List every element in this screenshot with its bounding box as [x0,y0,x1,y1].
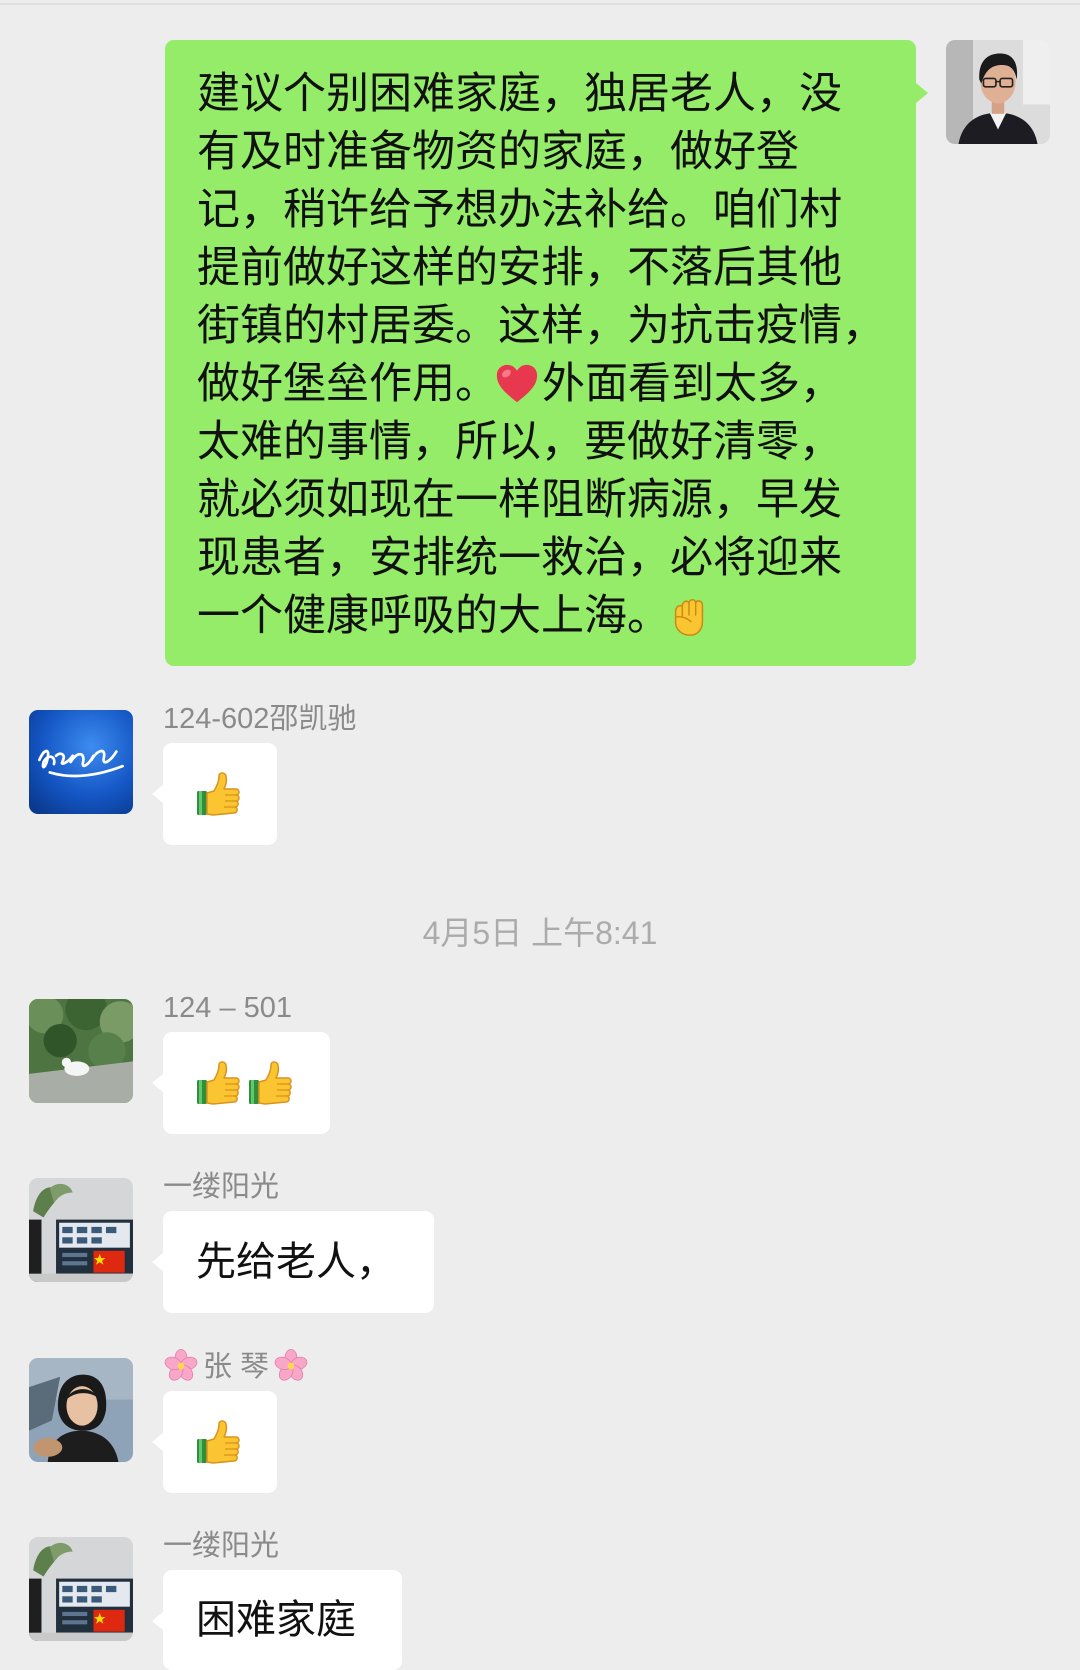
message-line: 有及时准备物资的家庭，做好登 [197,128,799,176]
avatar-self-image [946,40,1050,144]
message-line: 就必须如现在一样阻断病源，早发 [197,476,842,524]
avatar-124-602[interactable] [29,710,133,814]
avatar-image [29,999,133,1103]
timestamp-divider: 4月5日 上午8:41 [422,915,658,951]
message-line: 一个健康呼吸的大上海。 [197,587,916,645]
avatar-yilv-yangguang[interactable] [29,1537,133,1641]
message-row: 一缕阳光 困难家庭 [0,1529,1080,1670]
thumbs-up-icon [196,770,244,818]
message-row: 124 – 501 [0,991,1080,1134]
thumbs-up-icon [196,1059,244,1107]
avatar-image [29,1358,133,1462]
message-text: 困难家庭 [196,1598,356,1642]
sender-name: 张 琴 [163,1350,309,1384]
avatar-124-501[interactable] [29,999,133,1103]
cherry-blossom-icon [273,1348,309,1384]
avatar-self[interactable] [946,40,1050,144]
received-message-bubble[interactable] [152,743,277,845]
avatar-zhang-qin[interactable] [29,1358,133,1462]
message-line: 太难的事情，所以，要做好清零， [197,418,842,466]
message-text: 一个健康呼吸的大上海。 [197,592,670,640]
received-message-bubble[interactable] [152,1391,277,1493]
red-heart-icon [494,361,540,407]
message-line: 街镇的村居委。这样，为抗击疫情， [197,302,885,350]
message-line: 做好堡垒作用。 外面看到太多， [197,355,916,413]
avatar-yilv-yangguang[interactable] [29,1178,133,1282]
message-line: 现患者，安排统一救治，必将迎来 [197,534,842,582]
message-line: 记，稍许给予想办法补给。咱们村 [197,186,842,234]
top-divider [0,3,1080,5]
avatar-image [29,710,133,814]
sender-name: 124-602邵凯驰 [163,703,357,735]
sender-name: 一缕阳光 [163,1530,280,1562]
raised-fist-icon [666,593,712,639]
message-row: 124-602邵凯驰 [0,702,1080,845]
message-text: 先给老人， [196,1240,396,1284]
message-text: 外面看到太多， [542,360,843,408]
sent-message-bubble[interactable]: 建议个别困难家庭，独居老人，没 有及时准备物资的家庭，做好登 记，稍许给予想办法… [165,40,928,666]
sender-name-text: 张 琴 [203,1351,270,1383]
message-text: 做好堡垒作用。 [197,360,498,408]
cherry-blossom-icon [163,1348,199,1384]
avatar-image [29,1178,133,1282]
message-row: 张 琴 [0,1350,1080,1493]
received-message-bubble[interactable]: 先给老人， [152,1211,434,1313]
thumbs-up-icon [248,1059,296,1107]
received-message-bubble[interactable]: 困难家庭 [152,1570,402,1670]
message-line: 建议个别困难家庭，独居老人，没 [197,70,842,118]
received-message-bubble[interactable] [152,1032,330,1134]
sender-name: 一缕阳光 [163,1171,280,1203]
message-row: 一缕阳光 先给老人， [0,1170,1080,1313]
thumbs-up-icon [196,1418,244,1466]
sender-name: 124 – 501 [163,992,293,1024]
avatar-image [29,1537,133,1641]
message-line: 提前做好这样的安排，不落后其他 [197,244,842,292]
